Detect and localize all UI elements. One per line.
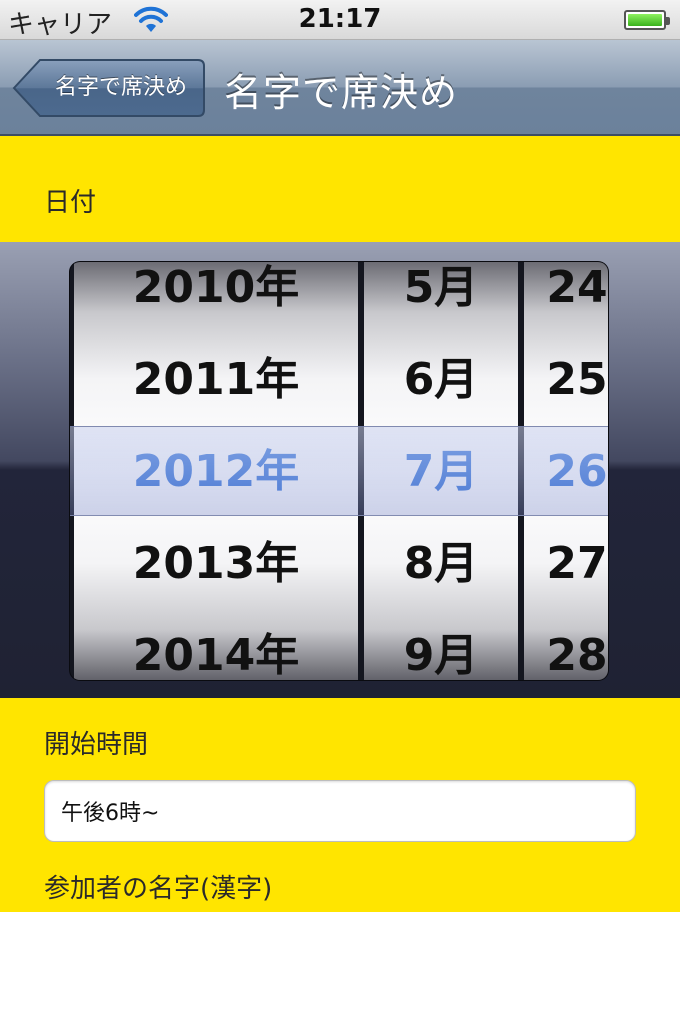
day-wheel[interactable]: 24日25日26日27日28日 <box>524 262 608 680</box>
year-option[interactable]: 2013年 <box>74 518 358 610</box>
year-option[interactable]: 2012年 <box>74 426 358 518</box>
day-option[interactable]: 27日 <box>524 518 608 610</box>
battery-level <box>628 14 662 26</box>
month-option[interactable]: 8月 <box>364 518 518 610</box>
month-wheel[interactable]: 5月 6月 7月 8月 9月 <box>364 262 518 680</box>
status-bar: キャリア 21:17 <box>0 0 680 40</box>
date-header-band <box>0 136 680 242</box>
date-label: 日付 <box>44 188 97 218</box>
battery-icon <box>624 10 670 30</box>
month-option[interactable]: 9月 <box>364 610 518 680</box>
year-wheel[interactable]: 2010年 2011年 2012年 2013年 2014年 <box>74 262 358 680</box>
status-time: 21:17 <box>298 4 382 34</box>
day-option[interactable]: 24日 <box>524 262 608 334</box>
content-area <box>0 912 680 1020</box>
page-title: 名字で席決め <box>224 71 459 115</box>
date-picker[interactable]: 2010年2011年2012年2013年2014年 5月6月7月8月9月 24日… <box>70 262 608 680</box>
year-option[interactable]: 2014年 <box>74 610 358 680</box>
year-option[interactable]: 2010年 <box>74 262 358 334</box>
back-button-label: 名字で席決め <box>54 75 187 100</box>
participants-label: 参加者の名字(漢字) <box>44 874 273 904</box>
year-option[interactable]: 2011年 <box>74 334 358 426</box>
navigation-bar: 名字で席決め 名字で席決め <box>0 40 680 136</box>
month-option[interactable]: 5月 <box>364 262 518 334</box>
back-button[interactable]: 名字で席決め <box>12 58 206 118</box>
day-option[interactable]: 28日 <box>524 610 608 680</box>
month-option[interactable]: 7月 <box>364 426 518 518</box>
day-option[interactable]: 26日 <box>524 426 608 518</box>
start-time-input[interactable] <box>44 780 636 842</box>
month-option[interactable]: 6月 <box>364 334 518 426</box>
start-time-label: 開始時間 <box>44 730 149 760</box>
day-option[interactable]: 25日 <box>524 334 608 426</box>
